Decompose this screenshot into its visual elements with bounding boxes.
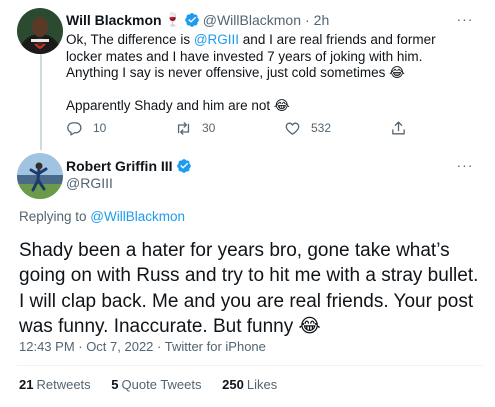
quotes-label: Quote Tweets [121, 377, 202, 392]
reply-tweet-actions: 10 30 532 [66, 119, 411, 137]
main-tweet-name-row: Robert Griffin III [66, 158, 195, 174]
author-handle[interactable]: @WillBlackmon [203, 12, 301, 28]
more-icon[interactable]: ··· [455, 12, 475, 28]
likes-label: Likes [246, 377, 278, 392]
heart-icon [285, 122, 300, 135]
more-icon[interactable]: ··· [455, 158, 475, 174]
quotes-count: 5 [111, 377, 119, 392]
separator-dot: · [304, 12, 310, 28]
retweet-button[interactable]: 30 [175, 119, 215, 137]
like-count: 532 [311, 121, 332, 135]
share-button[interactable] [390, 119, 407, 137]
tweet-stats: 21 Retweets 5 Quote Tweets 250 Likes [19, 377, 294, 392]
retweet-icon [177, 121, 190, 135]
replying-label: Replying to [19, 209, 91, 224]
retweet-count: 30 [202, 121, 216, 135]
likes-stat[interactable]: 250 Likes [222, 377, 277, 392]
main-tweet[interactable]: Robert Griffin III @RGIII ··· Replying t… [0, 148, 495, 407]
wine-emoji: 🍷 [164, 12, 181, 27]
tweet-time[interactable]: 2h [314, 12, 330, 28]
reply-tweet[interactable]: Will Blackmon 🍷 @WillBlackmon · 2h ··· O… [0, 0, 495, 150]
main-tweet-text: Shady been a hater for years bro, gone t… [19, 240, 479, 337]
divider [17, 365, 483, 366]
tweet-timestamp[interactable]: 12:43 PM · Oct 7, 2022 · Twitter for iPh… [19, 339, 266, 354]
replying-to: Replying to @WillBlackmon [19, 209, 185, 224]
author-name[interactable]: Robert Griffin III [66, 158, 173, 174]
reply-header: Will Blackmon 🍷 @WillBlackmon · 2h [66, 12, 329, 28]
retweets-count: 21 [19, 377, 34, 392]
quotes-stat[interactable]: 5 Quote Tweets [111, 377, 201, 392]
reply-tweet-text: Ok, The difference is @RGIII and I are r… [66, 32, 461, 114]
author-handle[interactable]: @RGIII [66, 175, 113, 191]
reply-text-line2: Apparently Shady and him are not 😂 [66, 97, 290, 113]
avatar-will-blackmon[interactable] [17, 8, 63, 54]
mention-link[interactable]: @RGIII [194, 32, 239, 47]
reply-count: 10 [93, 121, 107, 135]
reply-button[interactable]: 10 [66, 119, 106, 137]
main-tweet-handle-row: @RGIII [66, 175, 113, 191]
likes-count: 250 [222, 377, 244, 392]
avatar-robert-griffin[interactable] [17, 153, 63, 199]
reply-text-prefix: Ok, The difference is [66, 32, 194, 47]
share-icon [392, 120, 405, 134]
retweets-label: Retweets [36, 377, 91, 392]
replying-mention-link[interactable]: @WillBlackmon [90, 209, 185, 224]
retweets-stat[interactable]: 21 Retweets [19, 377, 91, 392]
reply-icon [67, 121, 82, 136]
verified-badge-icon [184, 12, 200, 28]
like-button[interactable]: 532 [284, 119, 331, 137]
thread-connector [40, 54, 42, 150]
verified-badge-icon [176, 158, 192, 174]
author-name[interactable]: Will Blackmon [66, 12, 162, 28]
